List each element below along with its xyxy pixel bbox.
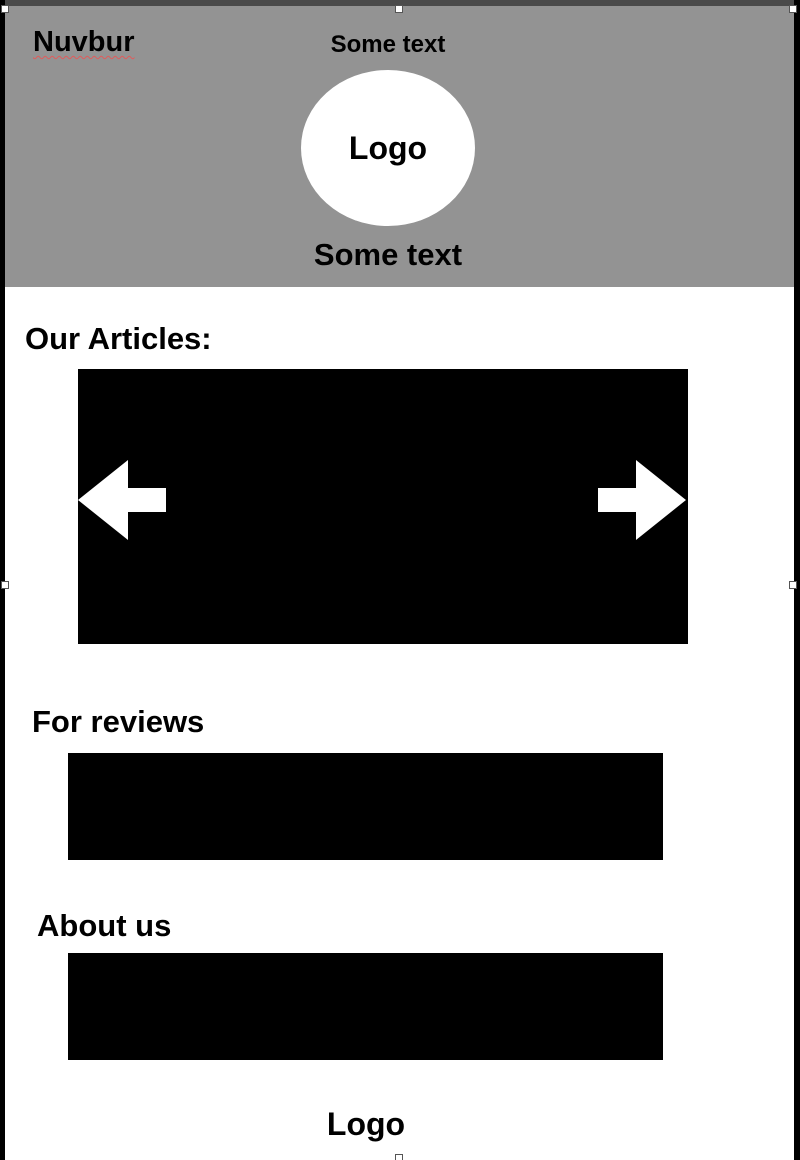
frame-left-border [0, 0, 5, 1160]
articles-heading: Our Articles: [25, 321, 212, 356]
header-logo-label: Logo [348, 129, 428, 166]
resize-handle-right[interactable] [789, 581, 797, 589]
arrow-left-icon[interactable] [78, 460, 166, 540]
header-text-bottom: Some text [313, 237, 463, 272]
header-logo[interactable]: Logo [301, 70, 475, 226]
frame-right-border [794, 0, 800, 1160]
articles-carousel[interactable] [78, 369, 688, 644]
header-banner: Nuvbur Some text Logo Some text [5, 6, 794, 287]
resize-handle-top[interactable] [395, 5, 403, 13]
reviews-block[interactable] [68, 753, 663, 860]
resize-handle-bottom[interactable] [395, 1154, 403, 1160]
resize-handle-top-right[interactable] [789, 5, 797, 13]
footer-logo[interactable]: Logo [0, 1108, 732, 1140]
mockup-canvas: Nuvbur Some text Logo Some text Our Arti… [0, 0, 800, 1160]
resize-handle-top-left[interactable] [1, 5, 9, 13]
reviews-heading: For reviews [32, 704, 205, 739]
about-heading: About us [37, 908, 172, 943]
about-block[interactable] [68, 953, 663, 1060]
header-text-top: Some text [330, 31, 446, 58]
arrow-right-icon[interactable] [598, 460, 686, 540]
resize-handle-left[interactable] [1, 581, 9, 589]
